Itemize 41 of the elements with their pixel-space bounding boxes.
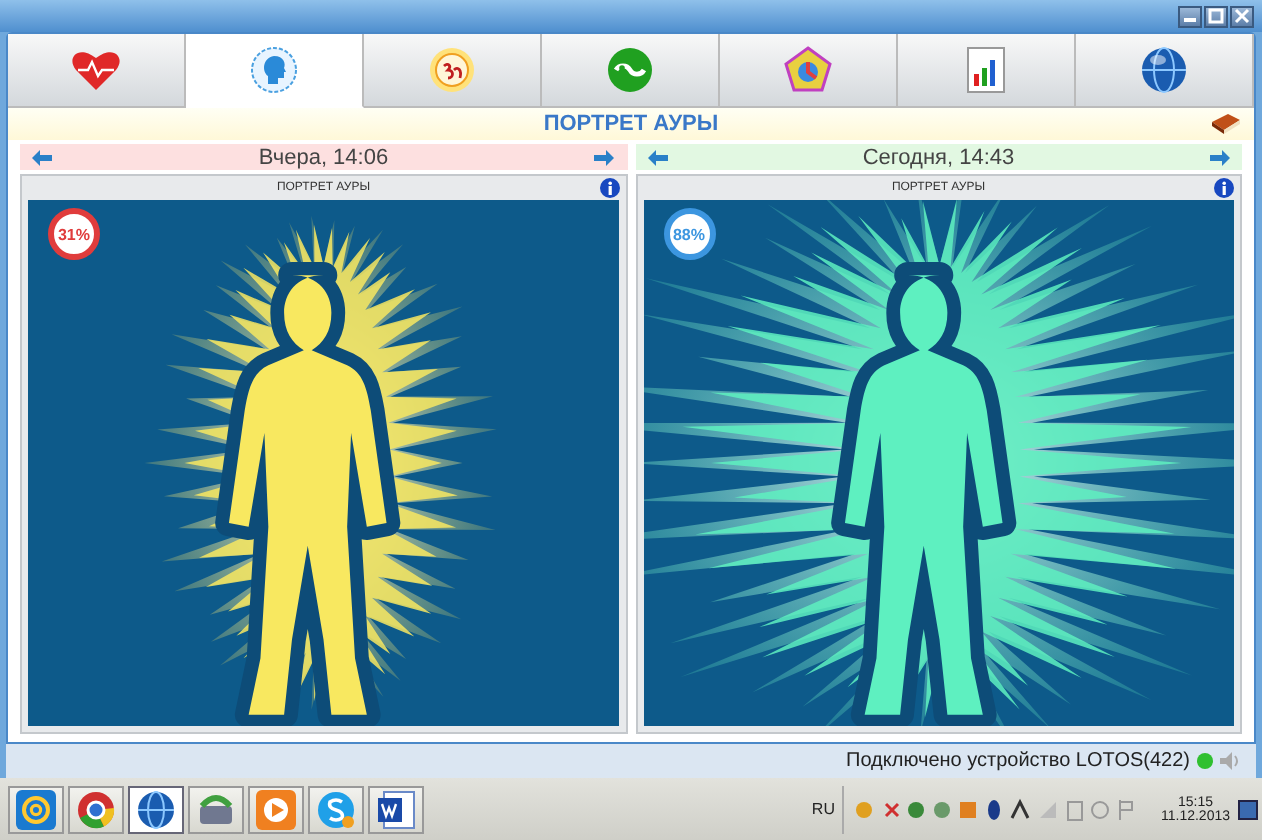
emblem-icon bbox=[428, 46, 476, 94]
browser-icon bbox=[76, 789, 116, 829]
taskbar-button[interactable] bbox=[188, 785, 244, 833]
chat-icon bbox=[316, 789, 356, 829]
status-text: Подключено устройство LOTOS(422) bbox=[846, 750, 1190, 772]
heart-icon bbox=[70, 46, 122, 94]
date-label: Сегодня, 14:43 bbox=[862, 145, 1015, 169]
tab[interactable] bbox=[542, 34, 720, 108]
taskbar-button[interactable] bbox=[128, 785, 184, 833]
taskbar-button[interactable] bbox=[68, 785, 124, 833]
maximize-button[interactable] bbox=[1204, 5, 1228, 27]
close-button[interactable] bbox=[1230, 5, 1254, 27]
arrow-right-icon[interactable] bbox=[1209, 149, 1230, 165]
status-dot-icon bbox=[1196, 752, 1214, 770]
pentagon-icon bbox=[784, 46, 832, 94]
close-icon bbox=[1234, 8, 1250, 24]
globe-icon bbox=[1140, 46, 1188, 94]
bar-chart-icon bbox=[966, 46, 1006, 94]
tab[interactable] bbox=[898, 34, 1076, 108]
play-icon bbox=[256, 789, 296, 829]
taskbar-button[interactable] bbox=[368, 785, 424, 833]
arrow-left-icon[interactable] bbox=[647, 149, 667, 165]
book-icon[interactable] bbox=[1210, 112, 1242, 136]
show-desktop-button[interactable] bbox=[1238, 799, 1258, 819]
info-icon[interactable] bbox=[1214, 178, 1234, 198]
maximize-icon bbox=[1208, 8, 1224, 24]
taskbar-button[interactable] bbox=[8, 785, 64, 833]
minimize-button[interactable] bbox=[1178, 5, 1202, 27]
tab[interactable] bbox=[1076, 34, 1254, 108]
tab[interactable] bbox=[720, 34, 898, 108]
document-icon bbox=[376, 789, 416, 829]
language-indicator[interactable]: RU bbox=[811, 800, 835, 818]
arrow-right-icon[interactable] bbox=[594, 149, 615, 165]
date-label: Вчера, 14:06 bbox=[258, 145, 389, 169]
tab[interactable] bbox=[8, 34, 186, 108]
speaker-icon bbox=[1220, 752, 1240, 770]
arrow-left-icon[interactable] bbox=[32, 149, 52, 165]
info-icon[interactable] bbox=[599, 178, 619, 198]
head-profile-icon bbox=[250, 46, 298, 94]
globe-icon bbox=[136, 789, 176, 829]
section-title: ПОРТРЕТ АУРЫ bbox=[543, 112, 719, 136]
